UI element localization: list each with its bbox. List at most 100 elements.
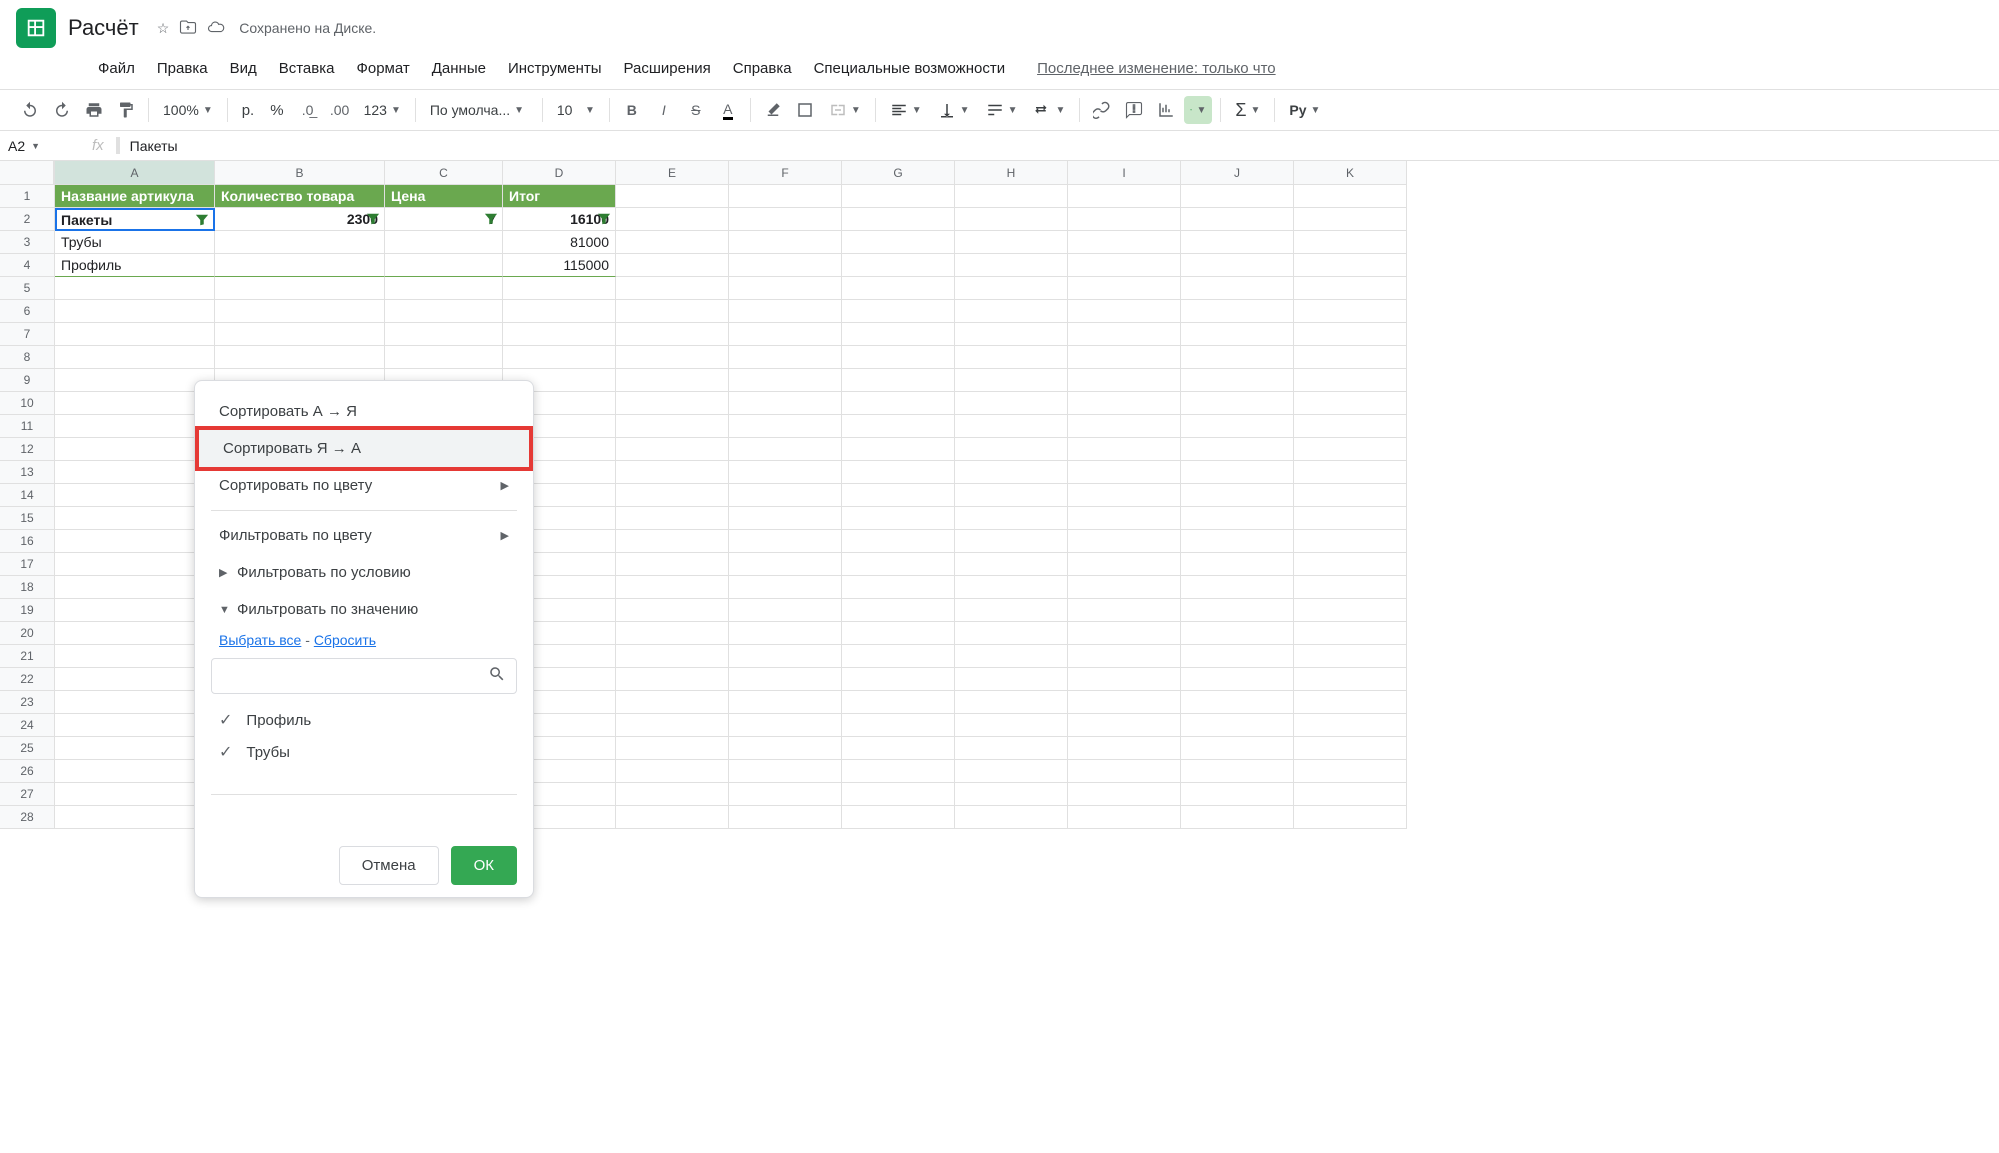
cell[interactable] <box>842 438 955 461</box>
row-header[interactable]: 8 <box>0 346 54 369</box>
cell[interactable] <box>955 783 1068 806</box>
cell[interactable] <box>1068 714 1181 737</box>
cell[interactable] <box>955 668 1068 691</box>
col-header[interactable]: G <box>842 161 955 185</box>
cell[interactable] <box>503 346 616 369</box>
cell[interactable] <box>1068 576 1181 599</box>
cell[interactable]: Количество товара <box>215 185 385 208</box>
row-header[interactable]: 17 <box>0 553 54 576</box>
cell[interactable] <box>1181 461 1294 484</box>
cell[interactable] <box>616 668 729 691</box>
text-color-icon[interactable]: A <box>714 96 742 124</box>
cell[interactable] <box>1294 369 1407 392</box>
cell[interactable] <box>616 691 729 714</box>
menu-extensions[interactable]: Расширения <box>614 54 721 83</box>
cell[interactable] <box>1294 553 1407 576</box>
filter-value-item[interactable]: ✓Трубы <box>219 736 509 768</box>
cell[interactable] <box>729 254 842 277</box>
row-header[interactable]: 25 <box>0 737 54 760</box>
filter-toggle-icon[interactable] <box>597 212 611 226</box>
fill-color-icon[interactable] <box>759 96 787 124</box>
row-header[interactable]: 11 <box>0 415 54 438</box>
cell[interactable] <box>1294 576 1407 599</box>
sort-az[interactable]: Сортировать А → Я <box>195 393 533 430</box>
cell[interactable] <box>842 369 955 392</box>
percent-button[interactable]: % <box>264 102 289 119</box>
undo-icon[interactable] <box>16 96 44 124</box>
cell[interactable] <box>616 645 729 668</box>
cell[interactable] <box>55 346 215 369</box>
menu-format[interactable]: Формат <box>346 54 419 83</box>
cell[interactable] <box>1294 507 1407 530</box>
cell[interactable] <box>1068 622 1181 645</box>
cell[interactable] <box>1294 323 1407 346</box>
cell[interactable] <box>1068 484 1181 507</box>
cell[interactable] <box>955 553 1068 576</box>
doc-title[interactable]: Расчёт <box>68 15 139 41</box>
vertical-align-icon[interactable]: ▼ <box>932 101 976 119</box>
cell[interactable] <box>616 369 729 392</box>
cell[interactable] <box>1294 254 1407 277</box>
cell[interactable] <box>729 806 842 829</box>
revision-history[interactable]: Последнее изменение: только что <box>1037 54 1276 83</box>
cell[interactable] <box>616 461 729 484</box>
cell[interactable] <box>1181 392 1294 415</box>
cell[interactable] <box>616 346 729 369</box>
cell[interactable] <box>503 323 616 346</box>
cell[interactable] <box>955 438 1068 461</box>
cell[interactable] <box>1068 645 1181 668</box>
cell[interactable] <box>616 415 729 438</box>
cell[interactable] <box>1068 231 1181 254</box>
cell[interactable] <box>1294 668 1407 691</box>
cell[interactable] <box>729 622 842 645</box>
cell[interactable] <box>1181 737 1294 760</box>
cell[interactable] <box>616 254 729 277</box>
cell[interactable] <box>729 760 842 783</box>
cell[interactable] <box>729 231 842 254</box>
col-header[interactable]: B <box>215 161 385 185</box>
font-dropdown[interactable]: По умолча...▼ <box>424 102 534 118</box>
cell[interactable] <box>842 277 955 300</box>
decrease-decimal-icon[interactable]: .0̲ <box>294 96 322 124</box>
zoom-dropdown[interactable]: 100%▼ <box>157 102 219 118</box>
menu-data[interactable]: Данные <box>422 54 496 83</box>
cell[interactable] <box>955 300 1068 323</box>
cell[interactable] <box>55 576 215 599</box>
cell[interactable] <box>616 323 729 346</box>
cell[interactable] <box>1068 323 1181 346</box>
cell[interactable] <box>503 277 616 300</box>
cell[interactable] <box>1068 208 1181 231</box>
cell[interactable]: Цена <box>385 185 503 208</box>
increase-decimal-icon[interactable]: .00 <box>326 96 354 124</box>
cell[interactable] <box>616 484 729 507</box>
cell[interactable] <box>729 415 842 438</box>
cell[interactable] <box>955 185 1068 208</box>
menu-tools[interactable]: Инструменты <box>498 54 612 83</box>
cell[interactable] <box>1294 461 1407 484</box>
cell[interactable] <box>616 300 729 323</box>
cell[interactable] <box>1294 806 1407 829</box>
cell[interactable] <box>729 346 842 369</box>
cell[interactable] <box>729 553 842 576</box>
cell[interactable] <box>842 484 955 507</box>
cell[interactable] <box>729 392 842 415</box>
row-header[interactable]: 14 <box>0 484 54 507</box>
cell[interactable] <box>955 530 1068 553</box>
cell[interactable] <box>842 691 955 714</box>
cell[interactable] <box>955 323 1068 346</box>
cell[interactable] <box>616 392 729 415</box>
cell[interactable] <box>1181 484 1294 507</box>
cell[interactable] <box>55 783 215 806</box>
menu-file[interactable]: Файл <box>88 54 145 83</box>
cell[interactable] <box>729 323 842 346</box>
col-header[interactable]: K <box>1294 161 1407 185</box>
cell[interactable] <box>955 254 1068 277</box>
currency-button[interactable]: р. <box>236 102 261 119</box>
cell[interactable] <box>1181 806 1294 829</box>
cell[interactable] <box>1294 599 1407 622</box>
cell[interactable] <box>842 323 955 346</box>
cell[interactable] <box>955 806 1068 829</box>
cell[interactable] <box>616 783 729 806</box>
cell[interactable] <box>55 806 215 829</box>
row-header[interactable]: 5 <box>0 277 54 300</box>
